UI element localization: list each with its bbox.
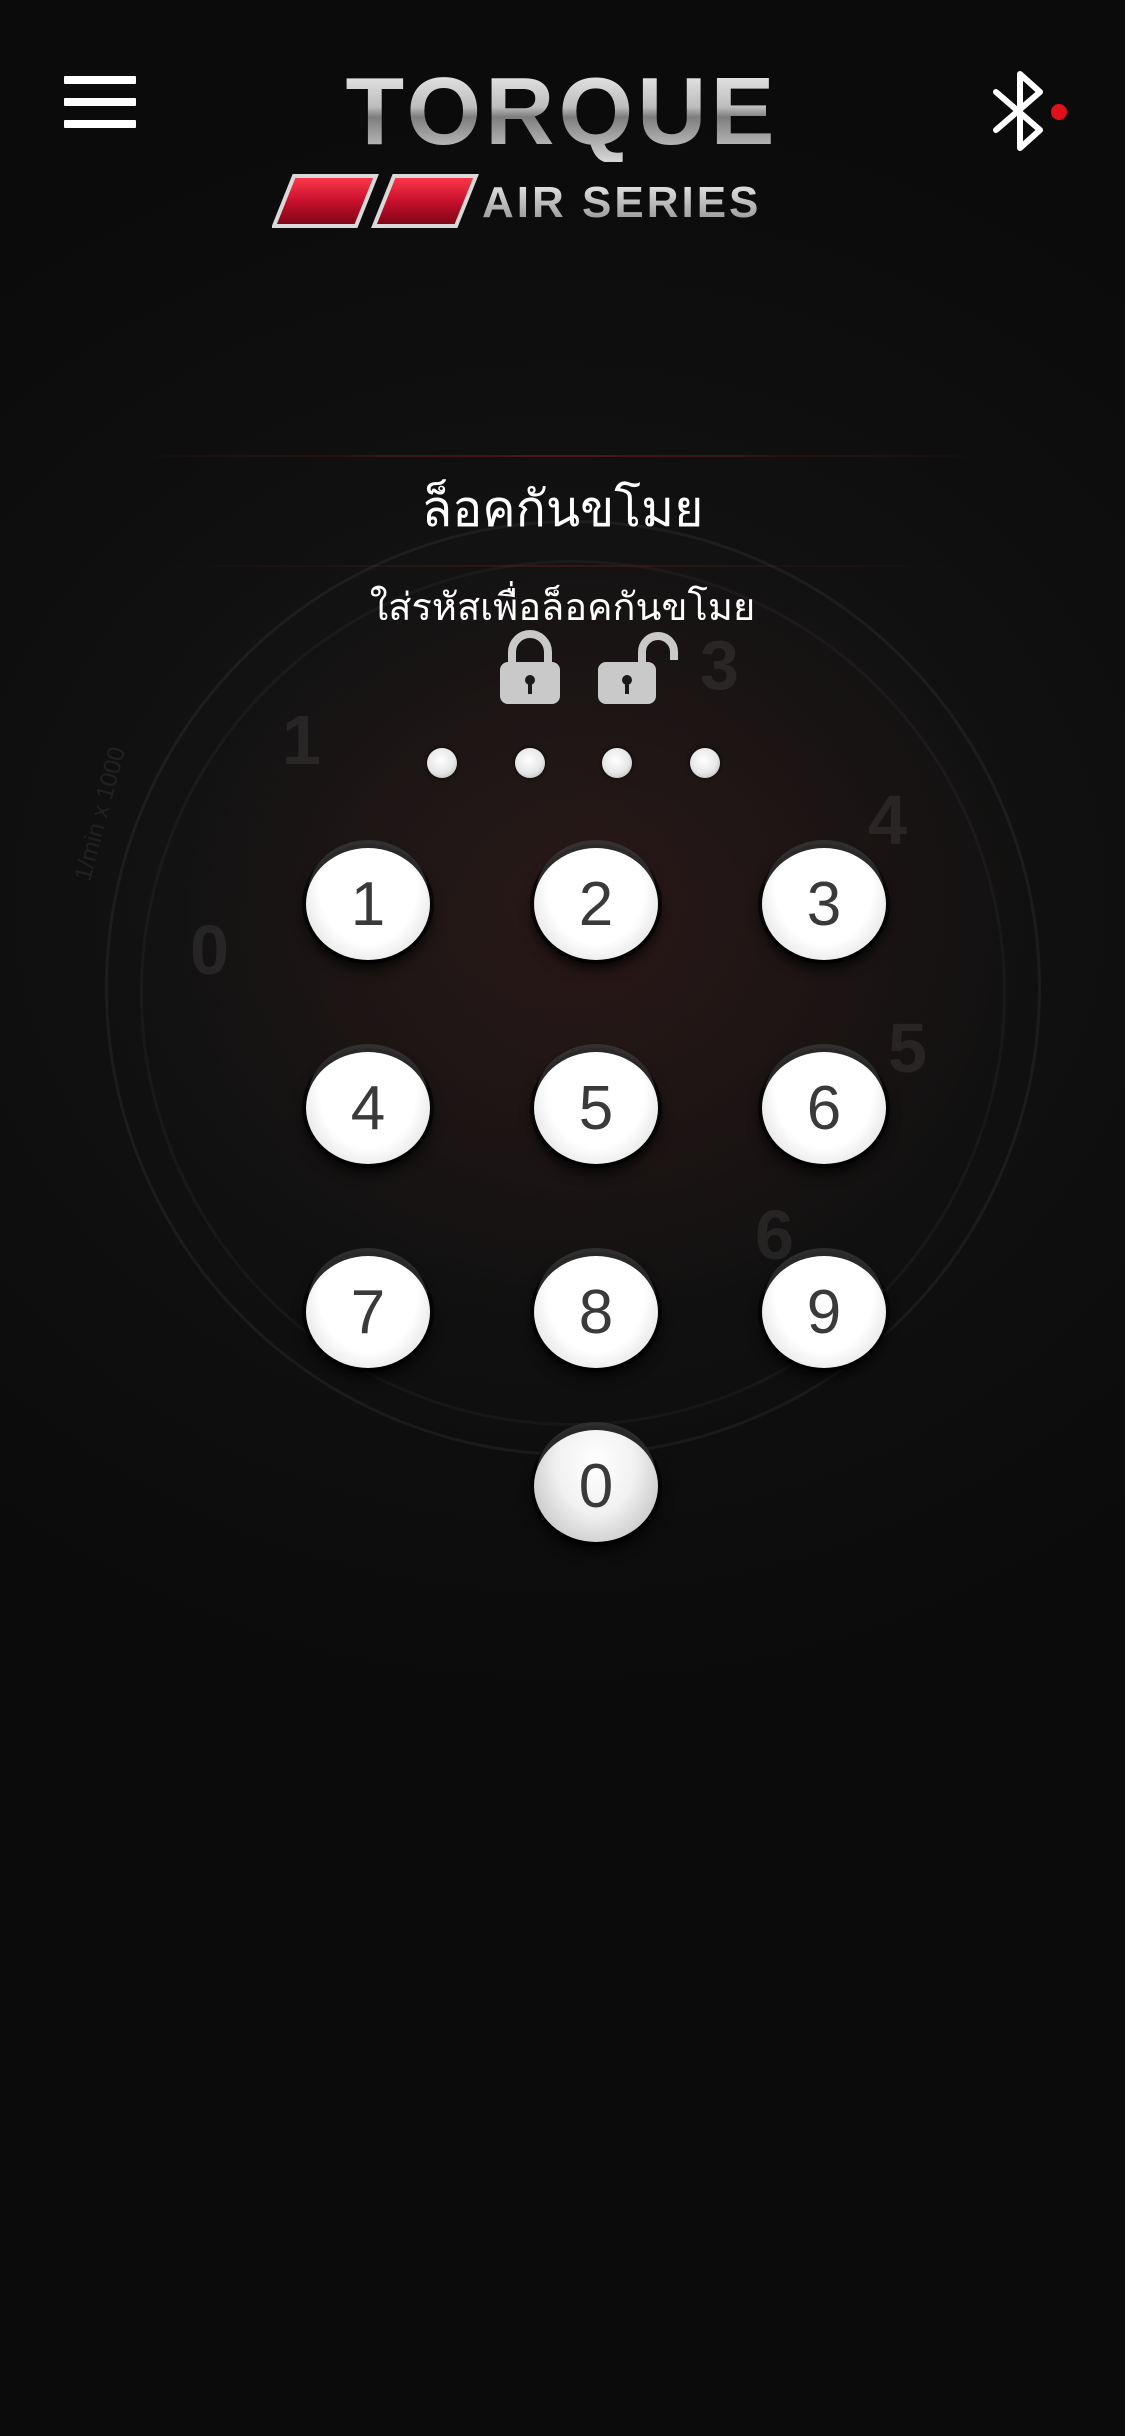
menu-icon-bar <box>64 120 136 128</box>
bluetooth-button[interactable] <box>988 66 1068 156</box>
keypad-key-1[interactable]: 1 <box>306 848 430 960</box>
menu-icon-bar <box>64 98 136 106</box>
pin-dot <box>690 748 720 778</box>
pin-dot <box>515 748 545 778</box>
keypad-key-0[interactable]: 0 <box>534 1430 658 1542</box>
gauge-number: 4 <box>868 781 907 859</box>
gauge-number: 5 <box>888 1009 927 1087</box>
lock-state-icons <box>498 630 682 710</box>
lock-closed-icon <box>500 630 560 704</box>
menu-icon-bar <box>64 76 136 84</box>
lock-open-icon <box>598 632 678 704</box>
keypad-key-8[interactable]: 8 <box>534 1256 658 1368</box>
keypad-key-5[interactable]: 5 <box>534 1052 658 1164</box>
menu-button[interactable] <box>64 76 136 132</box>
keypad-key-4[interactable]: 4 <box>306 1052 430 1164</box>
gauge-number: 0 <box>190 911 229 989</box>
page-title: ล็อคกันขโมย <box>421 480 704 538</box>
gauge-red-streak <box>150 565 970 567</box>
logo-subtitle: AIR SERIES <box>482 178 762 227</box>
pin-dot <box>602 748 632 778</box>
pin-indicator <box>420 748 730 784</box>
keypad-key-7[interactable]: 7 <box>306 1256 430 1368</box>
keypad-key-9[interactable]: 9 <box>762 1256 886 1368</box>
keypad-key-6[interactable]: 6 <box>762 1052 886 1164</box>
lock-instructions: ใส่รหัสเพื่อล็อคกันขโมย <box>369 585 756 629</box>
gauge-red-streak <box>120 455 1000 457</box>
bluetooth-icon <box>993 71 1067 151</box>
keypad-key-2[interactable]: 2 <box>534 848 658 960</box>
pin-dot <box>427 748 457 778</box>
keypad-key-3[interactable]: 3 <box>762 848 886 960</box>
bluetooth-status-dot <box>1051 104 1067 120</box>
gauge-number: 3 <box>700 626 739 704</box>
app-logo: TORQUE AIR SERIES <box>262 62 862 232</box>
gauge-number: 6 <box>755 1196 794 1274</box>
logo-title: TORQUE <box>262 62 862 162</box>
logo-stripes-icon <box>272 174 479 228</box>
gauge-number: 1 <box>282 701 321 779</box>
